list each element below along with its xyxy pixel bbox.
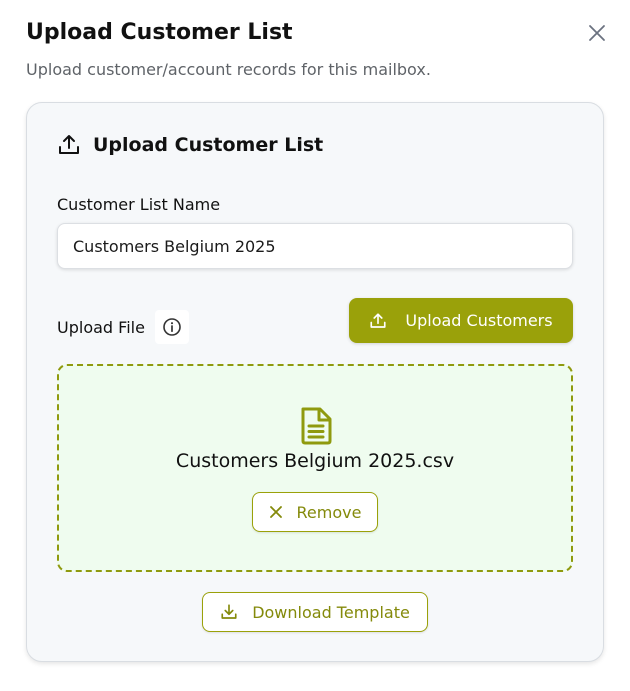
close-icon: [269, 506, 282, 518]
remove-label: Remove: [296, 502, 362, 522]
upload-icon: [370, 312, 386, 328]
upload-file-label: Upload File: [57, 317, 145, 337]
upload-card: Upload Customer List Customer List Name …: [26, 102, 604, 662]
download-icon: [221, 604, 237, 619]
download-template-button[interactable]: Download Template: [202, 592, 428, 632]
file-dropzone[interactable]: Customers Belgium 2025.csv Remove: [57, 364, 573, 572]
uploaded-file-name: Customers Belgium 2025.csv: [175, 450, 455, 472]
card-header: Upload Customer List: [57, 133, 323, 157]
close-icon: [589, 25, 605, 41]
upload-customers-button[interactable]: Upload Customers: [349, 298, 573, 343]
customer-list-name-input[interactable]: [57, 223, 573, 269]
info-button[interactable]: [154, 310, 189, 344]
download-template-label: Download Template: [252, 602, 410, 622]
remove-file-button[interactable]: Remove: [252, 492, 378, 532]
dialog-subtitle: Upload customer/account records for this…: [26, 60, 431, 79]
dialog-title: Upload Customer List: [26, 20, 293, 45]
upload-file-row: Upload File: [57, 310, 189, 344]
upload-customers-label: Upload Customers: [405, 311, 553, 330]
upload-customer-list-dialog: Upload Customer List Upload customer/acc…: [0, 0, 630, 691]
customer-list-name-label: Customer List Name: [57, 195, 221, 214]
close-button[interactable]: [584, 20, 610, 46]
info-icon: [163, 318, 181, 336]
card-title: Upload Customer List: [93, 134, 324, 156]
file-document-icon: [301, 407, 332, 445]
upload-icon: [59, 135, 79, 154]
